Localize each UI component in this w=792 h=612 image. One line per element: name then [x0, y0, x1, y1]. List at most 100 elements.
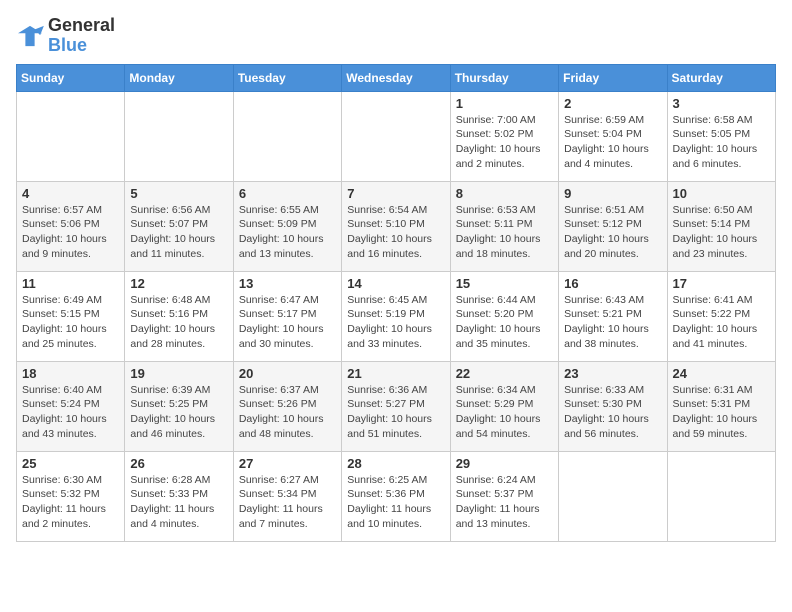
day-info: Sunrise: 6:49 AM Sunset: 5:15 PM Dayligh…: [22, 293, 119, 352]
day-number: 9: [564, 186, 661, 201]
day-cell: 2 Sunrise: 6:59 AM Sunset: 5:04 PM Daylig…: [559, 91, 667, 181]
day-cell: 24 Sunrise: 6:31 AM Sunset: 5:31 PM Dayli…: [667, 361, 775, 451]
header-cell-saturday: Saturday: [667, 64, 775, 91]
day-number: 15: [456, 276, 553, 291]
day-cell: 17 Sunrise: 6:41 AM Sunset: 5:22 PM Dayli…: [667, 271, 775, 361]
day-number: 23: [564, 366, 661, 381]
day-cell: 10Sunrise: 6:50 AM Sunset: 5:14 PM Dayli…: [667, 181, 775, 271]
day-info: Sunrise: 6:30 AM Sunset: 5:32 PM Dayligh…: [22, 473, 119, 532]
day-info: Sunrise: 6:48 AM Sunset: 5:16 PM Dayligh…: [130, 293, 227, 352]
day-cell: 5 Sunrise: 6:56 AM Sunset: 5:07 PM Daylig…: [125, 181, 233, 271]
day-info: Sunrise: 6:31 AM Sunset: 5:31 PM Dayligh…: [673, 383, 770, 442]
header-row: SundayMondayTuesdayWednesdayThursdayFrid…: [17, 64, 776, 91]
day-cell: 9 Sunrise: 6:51 AM Sunset: 5:12 PM Daylig…: [559, 181, 667, 271]
day-info: Sunrise: 6:28 AM Sunset: 5:33 PM Dayligh…: [130, 473, 227, 532]
day-info: Sunrise: 6:59 AM Sunset: 5:04 PM Dayligh…: [564, 113, 661, 172]
day-info: Sunrise: 6:41 AM Sunset: 5:22 PM Dayligh…: [673, 293, 770, 352]
header: General Blue: [16, 16, 776, 56]
day-number: 24: [673, 366, 770, 381]
day-info: Sunrise: 6:34 AM Sunset: 5:29 PM Dayligh…: [456, 383, 553, 442]
day-cell: [17, 91, 125, 181]
day-number: 20: [239, 366, 336, 381]
day-info: Sunrise: 6:43 AM Sunset: 5:21 PM Dayligh…: [564, 293, 661, 352]
day-info: Sunrise: 6:54 AM Sunset: 5:10 PM Dayligh…: [347, 203, 444, 262]
day-cell: 28Sunrise: 6:25 AM Sunset: 5:36 PM Dayli…: [342, 451, 450, 541]
header-cell-tuesday: Tuesday: [233, 64, 341, 91]
day-number: 26: [130, 456, 227, 471]
day-number: 7: [347, 186, 444, 201]
day-number: 18: [22, 366, 119, 381]
day-info: Sunrise: 6:57 AM Sunset: 5:06 PM Dayligh…: [22, 203, 119, 262]
week-row-4: 18 Sunrise: 6:40 AM Sunset: 5:24 PM Dayli…: [17, 361, 776, 451]
day-info: Sunrise: 6:58 AM Sunset: 5:05 PM Dayligh…: [673, 113, 770, 172]
day-cell: 21 Sunrise: 6:36 AM Sunset: 5:27 PM Dayli…: [342, 361, 450, 451]
day-info: Sunrise: 6:56 AM Sunset: 5:07 PM Dayligh…: [130, 203, 227, 262]
day-info: Sunrise: 6:37 AM Sunset: 5:26 PM Dayligh…: [239, 383, 336, 442]
day-number: 14: [347, 276, 444, 291]
day-cell: [233, 91, 341, 181]
day-cell: 14 Sunrise: 6:45 AM Sunset: 5:19 PM Dayli…: [342, 271, 450, 361]
calendar-table: SundayMondayTuesdayWednesdayThursdayFrid…: [16, 64, 776, 542]
day-number: 13: [239, 276, 336, 291]
day-cell: 23Sunrise: 6:33 AM Sunset: 5:30 PM Dayli…: [559, 361, 667, 451]
day-info: Sunrise: 6:40 AM Sunset: 5:24 PM Dayligh…: [22, 383, 119, 442]
day-number: 21: [347, 366, 444, 381]
day-cell: 19 Sunrise: 6:39 AM Sunset: 5:25 PM Dayli…: [125, 361, 233, 451]
day-cell: 3 Sunrise: 6:58 AM Sunset: 5:05 PM Daylig…: [667, 91, 775, 181]
week-row-1: 1 Sunrise: 7:00 AM Sunset: 5:02 PM Daylig…: [17, 91, 776, 181]
day-cell: [559, 451, 667, 541]
day-cell: 25 Sunrise: 6:30 AM Sunset: 5:32 PM Dayli…: [17, 451, 125, 541]
day-cell: [667, 451, 775, 541]
day-number: 5: [130, 186, 227, 201]
day-cell: 27 Sunrise: 6:27 AM Sunset: 5:34 PM Dayli…: [233, 451, 341, 541]
day-info: Sunrise: 6:44 AM Sunset: 5:20 PM Dayligh…: [456, 293, 553, 352]
day-cell: 16 Sunrise: 6:43 AM Sunset: 5:21 PM Dayli…: [559, 271, 667, 361]
calendar-header: SundayMondayTuesdayWednesdayThursdayFrid…: [17, 64, 776, 91]
day-info: Sunrise: 6:36 AM Sunset: 5:27 PM Dayligh…: [347, 383, 444, 442]
day-cell: 26 Sunrise: 6:28 AM Sunset: 5:33 PM Dayli…: [125, 451, 233, 541]
week-row-3: 11Sunrise: 6:49 AM Sunset: 5:15 PM Dayli…: [17, 271, 776, 361]
day-cell: 15 Sunrise: 6:44 AM Sunset: 5:20 PM Dayli…: [450, 271, 558, 361]
day-info: Sunrise: 6:55 AM Sunset: 5:09 PM Dayligh…: [239, 203, 336, 262]
day-number: 1: [456, 96, 553, 111]
day-number: 3: [673, 96, 770, 111]
header-cell-friday: Friday: [559, 64, 667, 91]
header-cell-sunday: Sunday: [17, 64, 125, 91]
day-info: Sunrise: 6:53 AM Sunset: 5:11 PM Dayligh…: [456, 203, 553, 262]
day-number: 2: [564, 96, 661, 111]
day-info: Sunrise: 6:47 AM Sunset: 5:17 PM Dayligh…: [239, 293, 336, 352]
calendar-body: 1 Sunrise: 7:00 AM Sunset: 5:02 PM Daylig…: [17, 91, 776, 541]
day-cell: 6Sunrise: 6:55 AM Sunset: 5:09 PM Daylig…: [233, 181, 341, 271]
day-number: 12: [130, 276, 227, 291]
day-number: 19: [130, 366, 227, 381]
day-cell: [342, 91, 450, 181]
day-cell: 29 Sunrise: 6:24 AM Sunset: 5:37 PM Dayli…: [450, 451, 558, 541]
day-number: 4: [22, 186, 119, 201]
header-cell-monday: Monday: [125, 64, 233, 91]
day-cell: 8Sunrise: 6:53 AM Sunset: 5:11 PM Daylig…: [450, 181, 558, 271]
day-cell: 4 Sunrise: 6:57 AM Sunset: 5:06 PM Daylig…: [17, 181, 125, 271]
day-info: Sunrise: 7:00 AM Sunset: 5:02 PM Dayligh…: [456, 113, 553, 172]
day-cell: 22Sunrise: 6:34 AM Sunset: 5:29 PM Dayli…: [450, 361, 558, 451]
day-cell: 7 Sunrise: 6:54 AM Sunset: 5:10 PM Daylig…: [342, 181, 450, 271]
logo: General Blue: [16, 16, 115, 56]
day-number: 27: [239, 456, 336, 471]
logo-text: General Blue: [48, 16, 115, 56]
day-number: 29: [456, 456, 553, 471]
day-cell: 1 Sunrise: 7:00 AM Sunset: 5:02 PM Daylig…: [450, 91, 558, 181]
day-number: 17: [673, 276, 770, 291]
day-number: 10: [673, 186, 770, 201]
day-info: Sunrise: 6:24 AM Sunset: 5:37 PM Dayligh…: [456, 473, 553, 532]
week-row-5: 25 Sunrise: 6:30 AM Sunset: 5:32 PM Dayli…: [17, 451, 776, 541]
day-info: Sunrise: 6:45 AM Sunset: 5:19 PM Dayligh…: [347, 293, 444, 352]
day-info: Sunrise: 6:51 AM Sunset: 5:12 PM Dayligh…: [564, 203, 661, 262]
day-cell: 18 Sunrise: 6:40 AM Sunset: 5:24 PM Dayli…: [17, 361, 125, 451]
day-number: 28: [347, 456, 444, 471]
day-cell: 12 Sunrise: 6:48 AM Sunset: 5:16 PM Dayli…: [125, 271, 233, 361]
day-number: 25: [22, 456, 119, 471]
week-row-2: 4 Sunrise: 6:57 AM Sunset: 5:06 PM Daylig…: [17, 181, 776, 271]
day-info: Sunrise: 6:39 AM Sunset: 5:25 PM Dayligh…: [130, 383, 227, 442]
logo-icon: [16, 24, 44, 48]
day-info: Sunrise: 6:27 AM Sunset: 5:34 PM Dayligh…: [239, 473, 336, 532]
day-number: 16: [564, 276, 661, 291]
